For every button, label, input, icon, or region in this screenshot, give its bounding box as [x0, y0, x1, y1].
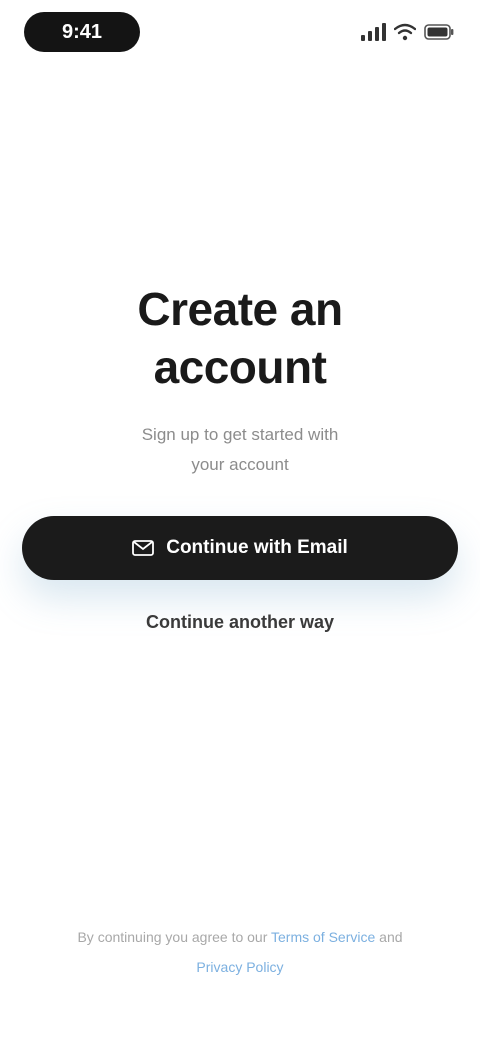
privacy-policy-link[interactable]: Privacy Policy — [196, 959, 283, 975]
title-line-1: Create an — [137, 283, 343, 335]
terms-notice: By continuing you agree to our Terms of … — [60, 922, 420, 982]
wifi-icon — [394, 23, 416, 41]
title-line-2: account — [153, 341, 327, 393]
terms-middle: and — [375, 929, 403, 945]
terms-of-service-link[interactable]: Terms of Service — [271, 929, 375, 945]
continue-another-way-link[interactable]: Continue another way — [100, 612, 380, 633]
signal-icon — [361, 23, 386, 41]
mail-icon — [132, 540, 155, 556]
status-time: 9:41 — [24, 12, 140, 52]
continue-with-email-label: Continue with Email — [166, 537, 348, 558]
continue-with-email-button[interactable]: Continue with Email — [22, 516, 458, 580]
terms-prefix: By continuing you agree to our — [77, 929, 272, 945]
status-bar: 9:41 — [0, 0, 480, 64]
signup-screen: 9:41 Create an account Sign up to get st… — [0, 0, 480, 1040]
page-subtitle: Sign up to get started with your account — [70, 420, 410, 480]
battery-icon — [424, 24, 454, 40]
page-title: Create an account — [40, 280, 440, 396]
subtitle-line-2: your account — [191, 455, 289, 474]
subtitle-line-1: Sign up to get started with — [141, 425, 339, 444]
status-icons — [361, 20, 454, 44]
